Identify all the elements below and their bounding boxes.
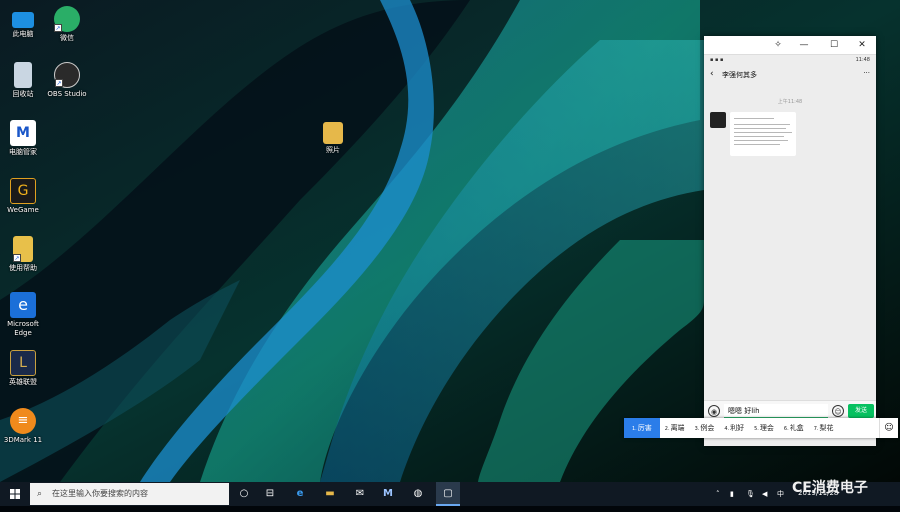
ime-candidate[interactable]: 4.利好 [719,418,749,438]
ime-emoji-icon[interactable]: ☺ [879,418,898,438]
message-timestamp: 上午11:48 [777,99,803,105]
ime-candidate[interactable]: 2.离端 [660,418,690,438]
back-arrow-icon[interactable]: ‹ [710,69,714,79]
wechat-icon: ↗ [54,6,80,32]
desktop-icon-help[interactable]: ↗ 使用帮助 [0,236,46,273]
emoji-icon[interactable]: ☺ [832,405,844,417]
shortcut-arrow-icon: ↗ [13,254,21,262]
desktop-icon-edge[interactable]: e Microsoft Edge [0,292,46,338]
voice-icon[interactable]: ◉ [708,405,720,417]
wegame-icon: G [10,178,36,204]
chat-title: 李强何其多 [722,71,757,79]
taskbar: ⌕ 在这里输入你要搜索的内容 ○ ⊟ e ▬ ✉ M ◍ ▢ ˄ ▮ 🎙 ◀ 中… [0,480,900,506]
windows-logo-icon [10,489,20,499]
phone-status-bar: ▪ ▪ ▪ 11:48 [704,55,876,65]
pin-icon[interactable]: ✧ [770,38,786,52]
desktop-icon-this-pc[interactable]: 此电脑 [0,8,46,39]
computer-icon [12,12,34,28]
tray-chevron-icon[interactable]: ˄ [716,482,720,506]
tray-volume-icon[interactable]: ◀ [762,482,767,506]
window-titlebar[interactable]: ✧ — ☐ ✕ [704,36,876,55]
more-icon[interactable]: ··· [863,69,870,77]
shortcut-arrow-icon: ↗ [54,24,62,32]
3dmark-icon: ≡ [10,408,36,434]
taskbar-search-box[interactable]: ⌕ 在这里输入你要搜索的内容 [30,483,229,505]
search-icon: ⌕ [37,489,43,499]
maximize-button[interactable]: ☐ [826,38,842,52]
status-time: 11:48 [855,57,870,63]
cortana-icon[interactable]: ○ [232,482,256,506]
notification-icons: ▪ ▪ ▪ [710,57,724,63]
pc-manager-icon: M [10,120,36,146]
folder-icon [323,122,343,144]
message-bubble[interactable] [730,112,796,156]
mail-icon[interactable]: ✉ [348,482,372,506]
edge-taskbar-icon[interactable]: e [288,482,312,506]
phone-window[interactable]: ✧ — ☐ ✕ ▪ ▪ ▪ 11:48 ‹ 李强何其多 ··· 上午11:48 … [704,36,876,446]
desktop-icon-wechat[interactable]: ↗ 微信 [44,6,90,43]
tray-mic-icon[interactable]: 🎙 [746,482,755,506]
shortcut-arrow-icon: ↗ [55,79,63,87]
tray-network-icon[interactable]: ▮ [730,482,734,506]
desktop-icon-lol[interactable]: L 英雄联盟 [0,350,46,387]
desktop-icon-wegame[interactable]: G WeGame [0,178,46,215]
help-doc-icon: ↗ [13,236,33,262]
edge-icon: e [10,292,36,318]
desktop-icon-3dmark[interactable]: ≡ 3DMark 11 [0,408,46,445]
ime-candidate-bar: 1.厉害 2.离端 3.例会 4.利好 5.理会 6.礼盒 7.梨花 ☺ [624,418,898,438]
pc-manager-taskbar-icon[interactable]: M [376,482,400,506]
send-button[interactable]: 发送 [848,404,874,418]
desktop-icon-obs[interactable]: ↗ OBS Studio [44,62,90,99]
ime-candidate[interactable]: 1.厉害 [624,418,660,438]
avatar [710,112,726,128]
ime-candidate[interactable]: 3.例会 [690,418,720,438]
ime-candidate[interactable]: 6.礼盒 [779,418,809,438]
close-button[interactable]: ✕ [854,38,870,52]
desktop-icon-pc-manager[interactable]: M 电脑管家 [0,120,46,157]
recycle-bin-icon [14,62,32,88]
search-placeholder: 在这里输入你要搜索的内容 [52,489,148,498]
start-button[interactable] [0,482,30,506]
desktop-icon-recycle-bin[interactable]: 回收站 [0,62,46,99]
ime-candidate[interactable]: 5.理会 [749,418,779,438]
desktop-icon-photos-folder[interactable]: 照片 [310,122,356,155]
watermark: CE消费电子 [792,480,868,496]
obs-icon: ↗ [54,62,80,88]
chat-header: ‹ 李强何其多 ··· [704,65,876,85]
message-input[interactable]: 嗯嗯 好lih [724,404,828,418]
file-explorer-icon[interactable]: ▬ [318,482,342,506]
minimize-button[interactable]: — [796,38,812,52]
tray-ime-indicator[interactable]: 中 [777,482,784,506]
lol-icon: L [10,350,36,376]
task-view-icon[interactable]: ⊟ [258,482,282,506]
obs-taskbar-icon[interactable]: ◍ [406,482,430,506]
ime-candidate[interactable]: 7.梨花 [809,418,839,438]
phone-app-taskbar-icon[interactable]: ▢ [436,482,460,506]
